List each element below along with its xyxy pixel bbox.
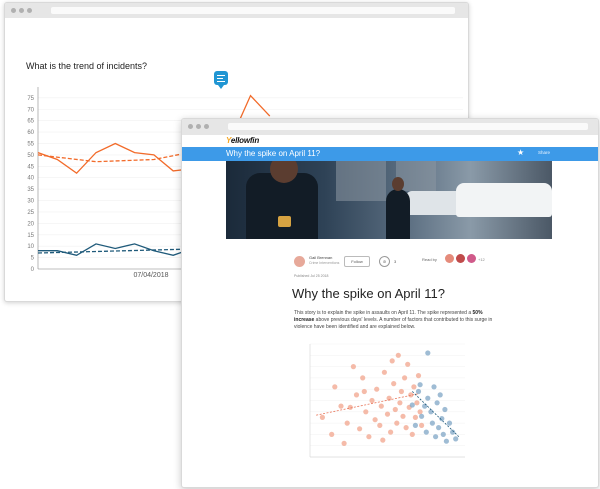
scatter-point <box>389 358 395 364</box>
scatter-point <box>412 422 418 428</box>
y-tick-label: 55 <box>27 141 34 147</box>
x-tick-label: 07/04/2018 <box>133 272 168 279</box>
scatter-point <box>446 420 453 426</box>
scatter-point <box>372 417 378 423</box>
scatter-point <box>395 352 401 358</box>
scatter-point <box>394 420 400 426</box>
scatter-point <box>417 382 423 388</box>
scatter-point <box>398 388 404 395</box>
scatter-point <box>402 375 408 381</box>
scatter-point <box>403 425 409 431</box>
scatter-point <box>425 395 431 401</box>
scatter-point <box>409 431 415 437</box>
scatter-point <box>363 409 369 415</box>
y-tick-label: 40 <box>27 176 34 182</box>
scatter-point <box>357 426 363 432</box>
y-tick-label: 20 <box>27 221 34 227</box>
scatter-point <box>414 400 420 406</box>
scatter-point <box>411 384 417 390</box>
y-tick-label: 10 <box>27 244 34 250</box>
scatter-point <box>397 400 403 406</box>
y-tick-label: 15 <box>27 233 34 239</box>
y-tick-label: 5 <box>31 256 35 262</box>
scatter-point <box>423 429 429 435</box>
scatter-point <box>384 411 391 417</box>
scatter-point <box>434 400 440 406</box>
y-tick-label: 30 <box>27 199 34 205</box>
scatter-point <box>350 364 356 370</box>
scatter-point <box>332 384 338 390</box>
scatter-point <box>450 429 456 435</box>
y-tick-label: 60 <box>27 130 34 136</box>
scatter-point <box>437 392 443 398</box>
scatter-point <box>344 420 350 426</box>
scatter-point <box>378 403 384 409</box>
scatter-point <box>341 440 347 446</box>
scatter-point <box>392 406 398 413</box>
scatter-point <box>405 361 411 367</box>
scatter-point <box>415 388 422 395</box>
scatter-point <box>400 413 406 419</box>
scatter-point <box>431 384 437 390</box>
scatter-point <box>391 381 397 387</box>
scatter-point <box>381 369 387 375</box>
scatter-point <box>419 413 425 419</box>
scatter-point <box>361 388 367 395</box>
scatter-point <box>366 434 372 440</box>
y-tick-label: 65 <box>27 119 34 125</box>
scatter-point <box>453 436 459 442</box>
scatter-point <box>374 386 380 392</box>
scatter-point <box>443 438 449 444</box>
scatter-point <box>415 373 422 379</box>
y-tick-label: 0 <box>31 267 35 273</box>
y-tick-label: 45 <box>27 164 34 170</box>
scatter-point <box>440 431 446 437</box>
story-window: Yellowfin Why the spike on April 11? ★ S… <box>181 118 599 488</box>
assault-scatter-chart <box>309 343 465 458</box>
annotation-pin-icon[interactable] <box>214 71 228 89</box>
scatter-point <box>409 402 415 408</box>
scatter-point <box>429 420 435 426</box>
scatter-point <box>377 422 383 428</box>
y-tick-label: 35 <box>27 187 34 193</box>
y-tick-label: 25 <box>27 210 34 216</box>
scatter-point <box>417 409 423 415</box>
y-tick-label: 75 <box>27 96 34 102</box>
scatter-point <box>329 431 335 437</box>
scatter-point <box>436 425 442 431</box>
scatter-point <box>442 406 448 413</box>
scatter-point <box>388 429 394 435</box>
scatter-point <box>319 414 325 420</box>
scatter-point <box>419 422 425 428</box>
scatter-point <box>360 375 366 381</box>
scatter-point <box>425 350 431 356</box>
scatter-point <box>380 437 386 443</box>
scatter-point <box>353 392 360 398</box>
scatter-point <box>422 403 428 409</box>
y-tick-label: 70 <box>27 107 34 113</box>
scatter-point <box>433 434 439 440</box>
scatter-point <box>369 397 375 404</box>
scatter-point <box>338 403 344 409</box>
y-tick-label: 50 <box>27 153 34 159</box>
scatter-point <box>412 414 418 420</box>
